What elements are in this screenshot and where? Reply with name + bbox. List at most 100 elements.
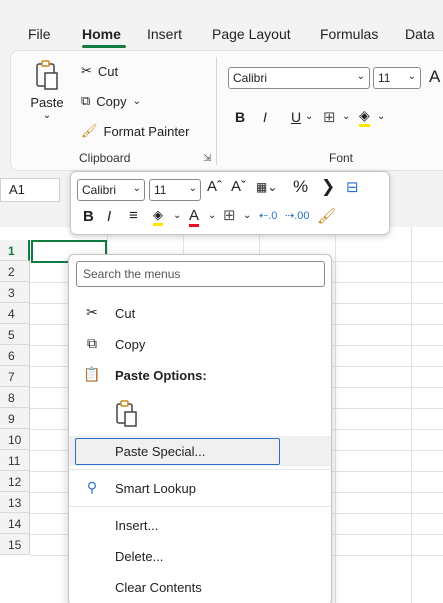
ribbon: Paste ⌄ ✂ Cut ⧉ Copy ⌄ 🖌 Format Painter …: [10, 50, 443, 171]
chevron-down-icon: ⌄: [132, 183, 141, 194]
menu-item-paste-special[interactable]: Paste Special...: [69, 436, 331, 466]
row-header[interactable]: 1: [0, 240, 30, 261]
comma-style-button[interactable]: ❯: [321, 177, 335, 197]
chevron-down-icon: ⌄: [132, 95, 142, 107]
cut-label: Cut: [97, 63, 119, 79]
font-name-value: Calibri: [233, 71, 268, 85]
menu-item-paste-options: 📋 Paste Options:: [69, 360, 331, 390]
format-painter-icon[interactable]: 🖌: [317, 207, 336, 225]
grid-line: [335, 227, 336, 603]
align-center-icon[interactable]: ≡: [129, 207, 138, 224]
menu-separator: [69, 469, 331, 470]
menu-item-label: Copy: [115, 337, 146, 352]
chevron-down-icon[interactable]: ⌄: [173, 210, 181, 221]
chevron-down-icon[interactable]: ⌄: [342, 111, 350, 122]
row-header[interactable]: 15: [0, 534, 30, 555]
format-painter-button[interactable]: 🖌 Format Painter: [81, 123, 190, 139]
row-header[interactable]: 10: [0, 429, 30, 450]
dialog-launcher-icon[interactable]: ⇲: [203, 153, 211, 164]
chevron-down-icon: ⌄: [188, 183, 197, 194]
menu-separator: [69, 506, 331, 507]
row-header[interactable]: 2: [0, 261, 30, 282]
mini-font-size-combo[interactable]: 11 ⌄: [149, 179, 201, 201]
chevron-down-icon[interactable]: ⌄: [243, 210, 251, 221]
font-size-value: 11: [378, 71, 391, 85]
fill-color-icon[interactable]: ◈: [359, 107, 370, 127]
ribbon-tabs: File Home Insert Page Layout Formulas Da…: [0, 0, 443, 50]
paste-icon: 📋: [83, 366, 101, 382]
menu-search-input[interactable]: Search the menus: [76, 261, 325, 287]
brush-icon: 🖌: [81, 123, 98, 138]
chevron-down-icon[interactable]: ⌄: [208, 210, 216, 221]
paste-label: Paste: [30, 95, 64, 110]
borders-icon[interactable]: ⊞: [223, 206, 236, 224]
row-header[interactable]: 5: [0, 324, 30, 345]
name-box[interactable]: A1: [0, 178, 60, 202]
scissors-icon: ✂: [86, 304, 98, 320]
menu-item-cut[interactable]: ✂ Cut: [69, 298, 331, 328]
fill-color-icon[interactable]: ◈: [153, 207, 163, 226]
row-header[interactable]: 14: [0, 513, 30, 534]
number-format-icon[interactable]: ▦⌄: [256, 180, 277, 194]
copy-button[interactable]: ⧉ Copy ⌄: [81, 93, 141, 109]
menu-item-delete[interactable]: Delete...: [69, 541, 331, 571]
font-color-icon[interactable]: A: [189, 207, 200, 227]
row-header[interactable]: 12: [0, 471, 30, 492]
chevron-down-icon[interactable]: ⌄: [305, 111, 313, 122]
tab-formulas[interactable]: Formulas: [320, 26, 378, 42]
font-name-combo[interactable]: Calibri ⌄: [228, 67, 370, 89]
clipboard-group-label: Clipboard: [79, 151, 131, 165]
bold-button[interactable]: B: [235, 109, 245, 125]
row-header[interactable]: 9: [0, 408, 30, 429]
menu-item-smart-lookup[interactable]: ⚲ Smart Lookup: [69, 473, 331, 503]
scissors-icon: ✂: [81, 63, 92, 78]
italic-button[interactable]: I: [263, 109, 267, 125]
search-icon: ⚲: [86, 479, 98, 495]
font-group-label: Font: [329, 151, 354, 165]
menu-item-clear-contents[interactable]: Clear Contents: [69, 572, 331, 602]
row-header[interactable]: 6: [0, 345, 30, 366]
mini-toolbar: Calibri ⌄ 11 ⌄ Aˆ Aˇ ▦⌄ % ❯ ⊟ B I ≡ ◈ ⌄ …: [70, 171, 390, 235]
mini-font-name-combo[interactable]: Calibri ⌄: [77, 179, 145, 201]
tab-page-layout[interactable]: Page Layout: [212, 26, 291, 42]
group-separator: [216, 57, 217, 165]
increase-decimal-icon[interactable]: ⇠.0: [259, 209, 277, 222]
format-painter-label: Format Painter: [103, 123, 190, 139]
tab-insert[interactable]: Insert: [147, 26, 182, 42]
menu-item-label: Insert...: [115, 518, 159, 533]
merge-center-icon[interactable]: ⊟: [346, 178, 359, 196]
row-header[interactable]: 7: [0, 366, 30, 387]
row-header[interactable]: 4: [0, 303, 30, 324]
menu-item-copy[interactable]: ⧉ Copy: [69, 329, 331, 359]
menu-item-label: Delete...: [115, 549, 164, 564]
row-header[interactable]: 3: [0, 282, 30, 303]
paste-option-button[interactable]: [115, 400, 139, 428]
underline-button[interactable]: U: [291, 109, 301, 125]
chevron-down-icon: ⌄: [42, 110, 52, 121]
shrink-font-button[interactable]: Aˇ: [231, 178, 246, 195]
tab-home[interactable]: Home: [82, 26, 121, 42]
row-header[interactable]: 8: [0, 387, 30, 408]
mini-bold-button[interactable]: B: [83, 208, 94, 225]
copy-icon: ⧉: [87, 335, 97, 351]
context-menu: Search the menus ✂ Cut ⧉ Copy 📋 Paste Op…: [68, 254, 332, 603]
grow-font-button[interactable]: Aˆ: [207, 178, 222, 195]
tab-file[interactable]: File: [28, 26, 51, 42]
row-header[interactable]: 11: [0, 450, 30, 471]
menu-item-label: Paste Special...: [115, 444, 206, 459]
font-size-combo[interactable]: 11 ⌄: [373, 67, 421, 89]
grow-font-icon[interactable]: A: [429, 67, 440, 87]
mini-italic-button[interactable]: I: [107, 208, 111, 225]
row-header[interactable]: 13: [0, 492, 30, 513]
cut-button[interactable]: ✂ Cut: [81, 63, 118, 79]
copy-icon: ⧉: [81, 93, 91, 108]
grid-line: [411, 227, 412, 603]
tab-data[interactable]: Data: [405, 26, 435, 42]
chevron-down-icon: ⌄: [407, 71, 416, 82]
borders-icon[interactable]: ⊞: [323, 108, 336, 126]
decrease-decimal-icon[interactable]: ⇢.00: [285, 209, 310, 222]
menu-item-insert[interactable]: Insert...: [69, 510, 331, 540]
chevron-down-icon[interactable]: ⌄: [377, 111, 385, 122]
percent-button[interactable]: %: [293, 177, 308, 197]
paste-button[interactable]: Paste ⌄: [23, 59, 71, 121]
